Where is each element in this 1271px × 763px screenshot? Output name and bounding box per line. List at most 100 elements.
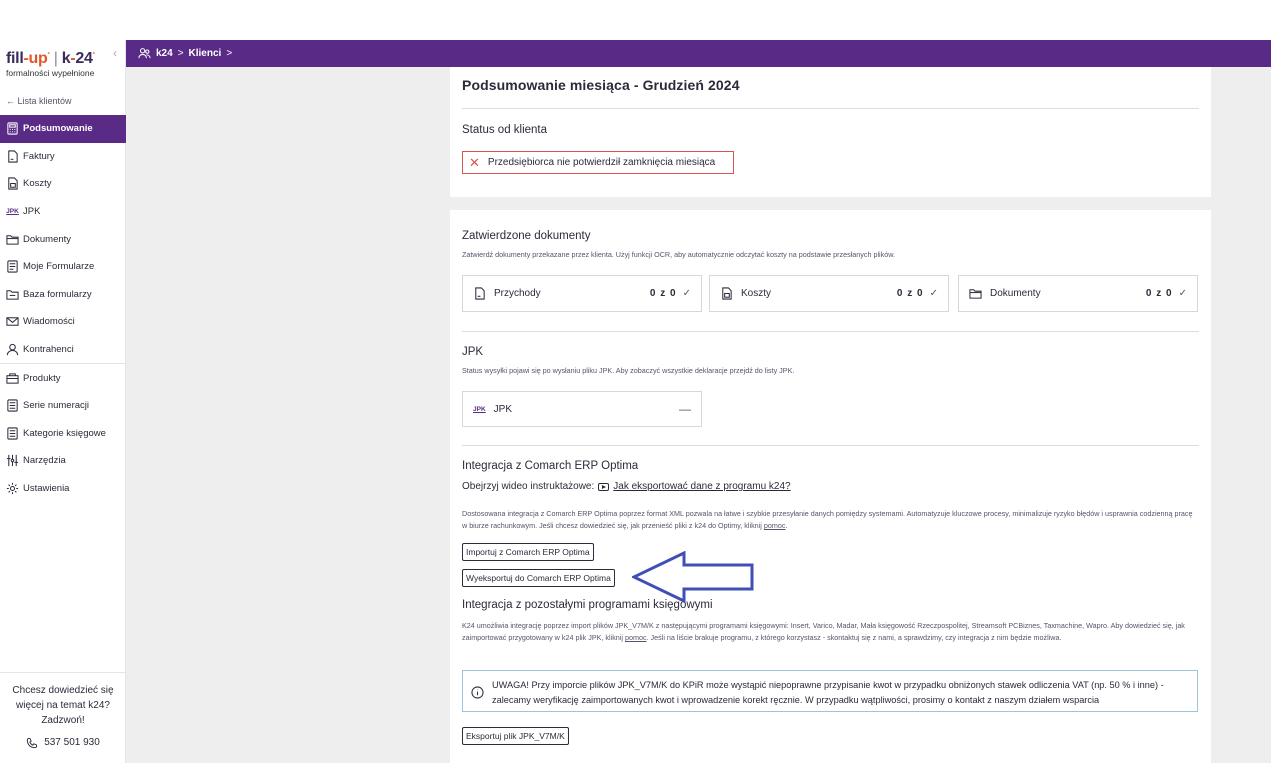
optima-desc-end: . <box>785 521 788 530</box>
invoice-icon <box>475 287 485 300</box>
sidebar-item-jpk[interactable]: JPK JPK <box>0 198 126 226</box>
back-to-clients-link[interactable]: ← Lista klientów <box>6 96 72 106</box>
optima-title: Integracja z Comarch ERP Optima <box>462 460 639 472</box>
clients-icon <box>138 48 151 59</box>
divider <box>462 331 1199 332</box>
info-icon <box>471 686 484 699</box>
divider <box>462 108 1199 109</box>
sidebar: fill-up° | k-24° formalności wypełnione … <box>0 40 126 763</box>
sidebar-item-label: Faktury <box>23 150 55 162</box>
breadcrumb-klienci[interactable]: Klienci <box>189 48 222 59</box>
income-docs-label: Przychody <box>494 288 541 299</box>
income-docs-count: 0 z 0 <box>649 288 677 299</box>
others-help-link[interactable]: pomoc <box>625 633 647 642</box>
main-content: Podsumowanie miesiąca - Grudzień 2024 St… <box>126 67 1271 763</box>
sidebar-item-label: Kategorie księgowe <box>23 427 106 439</box>
video-link[interactable]: Jak eksportować dane z programu k24? <box>613 481 790 492</box>
video-line: Obejrzyj wideo instruktażowe: Jak ekspor… <box>462 481 791 492</box>
export-optima-button[interactable]: Wyeksportuj do Comarch ERP Optima <box>462 569 615 587</box>
sidebar-item-produkty[interactable]: Produkty <box>0 364 126 392</box>
sidebar-item-label: Produkty <box>23 372 61 384</box>
phone-icon <box>27 737 38 748</box>
optima-desc-text: Dostosowana integracja z Comarch ERP Opt… <box>462 509 1193 530</box>
jpk-icon: JPK <box>6 208 19 216</box>
approved-title: Zatwierdzone dokumenty <box>462 230 591 242</box>
folder-icon <box>969 289 982 299</box>
collapse-sidebar-button[interactable]: ‹ <box>113 46 117 60</box>
invoice-icon <box>6 150 19 163</box>
tools-icon <box>6 454 19 467</box>
status-title: Status od klienta <box>462 124 548 136</box>
costs-icon <box>6 177 19 191</box>
divider <box>462 445 1199 446</box>
warning-text: UWAGA! Przy imporcie plików JPK_V7M/K do… <box>492 680 1164 705</box>
sidebar-item-moje-formularze[interactable]: Moje Formularze <box>0 253 126 281</box>
calculator-icon <box>6 122 19 135</box>
top-bar: k24 > Klienci > <box>126 40 1271 67</box>
details-card: Zatwierdzone dokumenty Zatwierdź dokumen… <box>450 210 1211 763</box>
sidebar-item-serie-numeracji[interactable]: Serie numeracji <box>0 392 126 420</box>
sidebar-item-label: Podsumowanie <box>23 123 93 135</box>
help-phone-number: 537 501 930 <box>44 737 100 748</box>
sidebar-item-kontrahenci[interactable]: Kontrahenci <box>0 336 126 364</box>
check-icon: ✓ <box>682 288 691 299</box>
sidebar-item-label: Wiadomości <box>23 316 75 328</box>
help-text-line1: Chcesz dowiedzieć się <box>12 685 114 696</box>
logo[interactable]: fill-up° | k-24° formalności wypełnione <box>6 50 95 78</box>
video-prefix: Obejrzyj wideo instruktażowe: <box>462 481 595 492</box>
jpk-desc: Status wysyłki pojawi się po wysłaniu pl… <box>462 366 795 375</box>
sidebar-item-narzedzia[interactable]: Narzędzia <box>0 447 126 475</box>
help-box: Chcesz dowiedzieć się więcej na temat k2… <box>0 672 126 750</box>
folder-icon <box>6 233 19 246</box>
sidebar-item-baza-formularzy[interactable]: Baza formularzy <box>0 281 126 309</box>
breadcrumb-k24[interactable]: k24 <box>156 48 173 59</box>
costs-docs-box[interactable]: Koszty 0 z 0 ✓ <box>709 275 949 312</box>
optima-desc: Dostosowana integracja z Comarch ERP Opt… <box>462 508 1197 532</box>
status-alert-text: Przedsiębiorca nie potwierdził zamknięci… <box>487 157 716 168</box>
sidebar-item-label: JPK <box>23 206 41 218</box>
sidebar-item-podsumowanie[interactable]: Podsumowanie <box>0 115 126 143</box>
page-title: Podsumowanie miesiąca - Grudzień 2024 <box>462 77 740 93</box>
sidebar-nav: Podsumowanie Faktury Koszty JPK JPK Doku… <box>0 115 126 502</box>
jpk-box-value: — <box>679 402 691 416</box>
optima-help-link[interactable]: pomoc <box>764 521 786 530</box>
check-icon: ✓ <box>1178 288 1187 299</box>
sidebar-item-label: Dokumenty <box>23 233 72 245</box>
list-icon <box>6 399 19 412</box>
form-icon <box>6 260 19 273</box>
costs-icon <box>722 287 732 300</box>
jpk-status-box[interactable]: JPK JPK — <box>462 391 702 427</box>
sidebar-item-ustawienia[interactable]: Ustawienia <box>0 475 126 503</box>
sidebar-item-dokumenty[interactable]: Dokumenty <box>0 225 126 253</box>
sidebar-item-label: Ustawienia <box>23 483 70 495</box>
warning-box: UWAGA! Przy imporcie plików JPK_V7M/K do… <box>462 670 1198 712</box>
costs-docs-count: 0 z 0 <box>896 288 924 299</box>
sidebar-item-kategorie-ksiegowe[interactable]: Kategorie księgowe <box>0 420 126 448</box>
sidebar-item-faktury[interactable]: Faktury <box>0 143 126 171</box>
gear-icon <box>6 482 19 495</box>
help-phone-link[interactable]: 537 501 930 <box>0 735 126 750</box>
forms-base-icon <box>6 288 19 301</box>
mail-icon <box>6 315 19 328</box>
logo-wordmark: fill-up° | k-24° <box>6 50 95 67</box>
logo-tagline: formalności wypełnione <box>6 68 95 78</box>
documents-count: 0 z 0 <box>1145 288 1173 299</box>
sidebar-item-label: Baza formularzy <box>23 288 92 300</box>
video-play-icon <box>598 482 610 491</box>
sidebar-item-wiadomosci[interactable]: Wiadomości <box>0 308 126 336</box>
import-optima-button[interactable]: Importuj z Comarch ERP Optima <box>462 543 594 561</box>
breadcrumb-separator: > <box>226 48 233 59</box>
documents-box[interactable]: Dokumenty 0 z 0 ✓ <box>958 275 1198 312</box>
export-jpk-button[interactable]: Eksportuj plik JPK_V7M/K <box>462 727 569 745</box>
income-docs-box[interactable]: Przychody 0 z 0 ✓ <box>462 275 702 312</box>
sidebar-item-koszty[interactable]: Koszty <box>0 170 126 198</box>
annotation-arrow <box>632 551 754 603</box>
sidebar-item-label: Narzędzia <box>23 455 66 467</box>
costs-docs-label: Koszty <box>741 288 772 299</box>
sidebar-item-label: Serie numeracji <box>23 400 89 412</box>
sidebar-item-label: Koszty <box>23 178 52 190</box>
jpk-title: JPK <box>462 346 484 358</box>
close-icon: ✕ <box>469 155 480 170</box>
box-icon <box>6 372 19 385</box>
others-desc: K24 umożliwia integrację poprzez import … <box>462 620 1197 644</box>
